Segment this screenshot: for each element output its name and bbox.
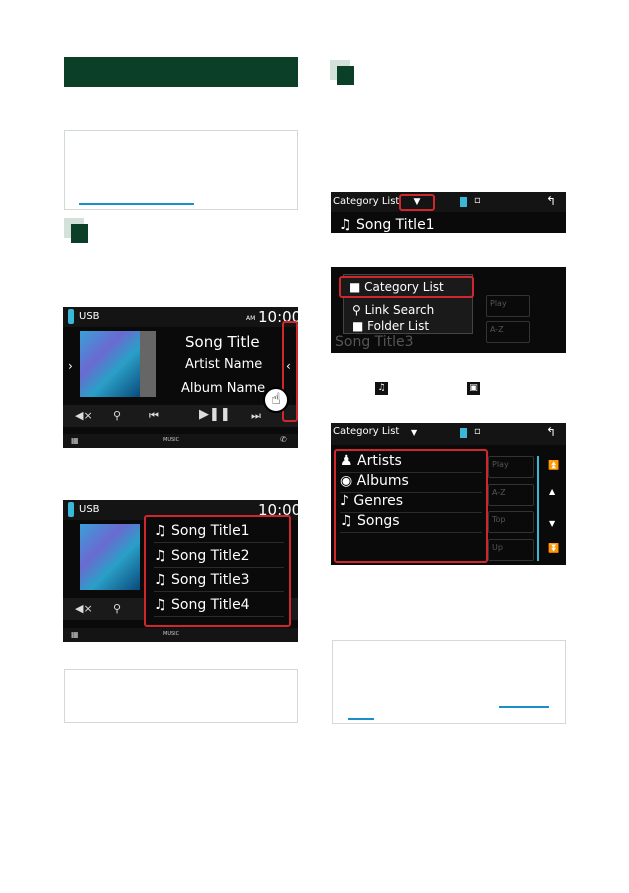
list-item-albums[interactable]: ◉ Albums xyxy=(340,473,482,493)
list-item[interactable]: ♫ Song Title4 xyxy=(154,597,284,617)
dropdown-icon[interactable]: ▼ xyxy=(411,428,417,437)
search-icon[interactable]: ⚲ xyxy=(113,409,121,422)
play-button[interactable]: Play xyxy=(488,456,534,478)
scroll-up-icon[interactable]: ▲ xyxy=(549,487,555,496)
song-list-panel: ♫ Song Title1 ♫ Song Title2 ♫ Song Title… xyxy=(144,515,291,627)
a-z-button[interactable]: A-Z xyxy=(486,321,530,343)
previous-icon[interactable]: ⏮ xyxy=(149,409,159,423)
background-row: Song Title3 xyxy=(335,334,414,350)
back-icon[interactable]: ↰ xyxy=(546,425,556,439)
source-label: USB xyxy=(79,504,100,515)
artist-name: Artist Name xyxy=(185,357,263,372)
up-button[interactable]: Up xyxy=(488,539,534,561)
mute-icon[interactable]: ◀× xyxy=(75,602,93,615)
music-mode-icon[interactable] xyxy=(460,428,467,438)
note-box xyxy=(64,669,298,723)
a-z-button[interactable]: A-Z xyxy=(488,484,534,506)
info-icons-strip xyxy=(140,331,156,397)
usb-icon xyxy=(68,309,74,324)
menu-grid-icon[interactable]: ▦ xyxy=(71,630,79,639)
menu-item-category-list[interactable]: ■ Category List xyxy=(339,276,474,298)
album-art xyxy=(80,331,140,397)
screen-title: Category List xyxy=(333,196,400,207)
scroll-down-icon[interactable]: ▼ xyxy=(549,519,555,528)
music-icon: ♫ xyxy=(375,382,388,395)
menu-item-folder-list[interactable]: ■ Folder List xyxy=(352,319,429,333)
music-mode-icon[interactable] xyxy=(460,197,467,207)
footer-label: MUSIC xyxy=(163,631,180,637)
mute-icon[interactable]: ◀× xyxy=(75,409,93,422)
video-icon: ▣ xyxy=(467,382,480,395)
reference-link[interactable] xyxy=(499,706,549,708)
top-button[interactable]: Top xyxy=(488,511,534,533)
list-item[interactable]: ♫ Song Title1 xyxy=(154,523,284,543)
ampm: AM xyxy=(246,315,256,322)
list-item-artists[interactable]: ♟ Artists xyxy=(340,453,482,473)
album-art xyxy=(80,524,140,590)
menu-item-link-search[interactable]: ⚲ Link Search xyxy=(352,303,434,317)
video-mode-icon[interactable]: ▫ xyxy=(474,195,481,206)
album-name: Album Name xyxy=(181,381,266,396)
list-item[interactable]: ♫ Song Title1 xyxy=(339,217,435,233)
step-marker xyxy=(64,218,90,244)
usb-icon xyxy=(68,502,74,517)
video-mode-icon[interactable]: ▫ xyxy=(474,426,481,437)
category-menu-screen: Song Title3 Play A-Z ⚲ Link Search ■ Fol… xyxy=(331,267,566,353)
footer-label: MUSIC xyxy=(163,437,180,443)
list-item[interactable]: ♫ Song Title3 xyxy=(154,572,284,592)
list-item-songs[interactable]: ♫ Songs xyxy=(340,513,482,533)
section-header-bar xyxy=(64,57,298,87)
scroll-bottom-icon[interactable]: ⏬ xyxy=(548,544,559,554)
play-button[interactable]: Play xyxy=(486,295,530,317)
note-box xyxy=(332,640,566,724)
song-list-screen: USB 10:00 ◀× ⚲ ▦ MUSIC ♫ Song Title1 ♫ Son… xyxy=(63,500,298,642)
next-icon[interactable]: ⏭ xyxy=(251,409,261,423)
phone-icon[interactable]: ✆ xyxy=(280,435,287,444)
step-marker xyxy=(330,60,356,86)
category-dropdown-button[interactable]: ▼ xyxy=(399,194,435,211)
playback-screen: USB AM 10:00 › Song Title Artist Name Al… xyxy=(63,307,298,448)
left-panel-arrow[interactable]: › xyxy=(68,359,73,373)
scrollbar[interactable] xyxy=(537,456,539,561)
note-box xyxy=(64,130,298,210)
list-item[interactable]: ♫ Song Title2 xyxy=(154,548,284,568)
reference-link[interactable] xyxy=(348,718,374,720)
song-title: Song Title xyxy=(185,333,260,351)
source-label: USB xyxy=(79,311,100,322)
scroll-top-icon[interactable]: ⏫ xyxy=(548,461,559,471)
back-icon[interactable]: ↰ xyxy=(546,194,556,208)
screen-title: Category List xyxy=(333,426,400,437)
search-icon[interactable]: ⚲ xyxy=(113,602,121,615)
reference-link[interactable] xyxy=(79,203,194,205)
list-item-genres[interactable]: ♪ Genres xyxy=(340,493,482,513)
hand-pointer-icon: ☝ xyxy=(263,387,289,413)
category-list-panel: ♟ Artists ◉ Albums ♪ Genres ♫ Songs xyxy=(334,449,488,563)
play-pause-icon[interactable]: ▶❚❚ xyxy=(199,407,231,422)
category-list-header-screen: Category List ▫ ↰ ▼ ♫ Song Title1 xyxy=(331,192,566,233)
menu-grid-icon[interactable]: ▦ xyxy=(71,436,79,445)
category-list-screen: Category List ▼ ▫ ↰ Play A-Z Top Up ⏫ ▲ … xyxy=(331,423,566,565)
